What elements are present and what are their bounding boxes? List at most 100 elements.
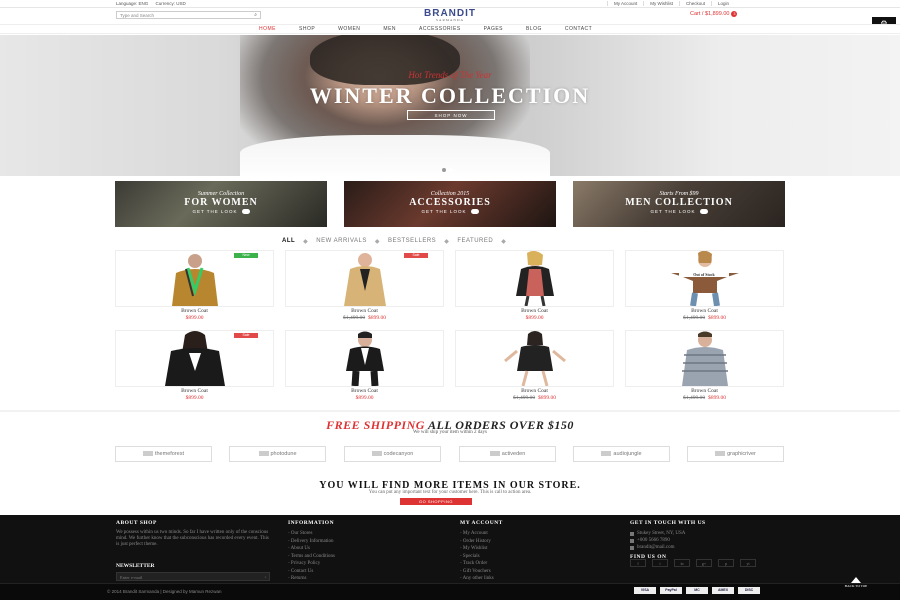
nav-contact[interactable]: CONTACT <box>565 26 592 32</box>
brand-icon <box>142 451 153 457</box>
product-card[interactable]: Brown Coat $899.00 <box>285 330 444 405</box>
footer-link[interactable]: Terms and Conditions <box>288 553 335 561</box>
product-name[interactable]: Brown Coat <box>625 388 784 394</box>
currency-selector[interactable]: Currency: USD <box>156 1 186 6</box>
product-name[interactable]: Brown Coat <box>115 388 274 394</box>
slider-dot-active[interactable] <box>449 168 453 172</box>
nav-home[interactable]: HOME <box>259 26 276 32</box>
twitter-icon[interactable]: t <box>652 559 668 567</box>
banner-link[interactable]: GET THE LOOK <box>115 209 327 215</box>
footer-link[interactable]: Returns <box>288 575 335 583</box>
submit-arrow-icon[interactable]: › <box>265 574 267 579</box>
nav-men[interactable]: MEN <box>383 26 396 32</box>
product-card[interactable]: Brown Coat $899.00 <box>455 250 614 325</box>
footer-link[interactable]: Delivery Information <box>288 538 335 546</box>
google-plus-icon[interactable]: g+ <box>696 559 712 567</box>
location-icon <box>630 531 634 536</box>
footer-link[interactable]: My Wishlist <box>460 545 503 553</box>
product-name[interactable]: Brown Coat <box>455 388 614 394</box>
tab-new-arrivals[interactable]: NEW ARRIVALS <box>316 238 367 245</box>
youtube-icon[interactable]: yt <box>740 559 756 567</box>
banner-title: FOR WOMEN <box>184 197 258 208</box>
brand-name: activeden <box>501 451 526 457</box>
product-card[interactable]: Brown Coat $1,499.00 $899.00 <box>625 330 784 405</box>
slider-dot[interactable] <box>442 168 446 172</box>
nav-blog[interactable]: BLOG <box>526 26 542 32</box>
product-image[interactable] <box>285 330 444 387</box>
product-card[interactable]: Sale Brown Coat $1,499.00 $899.00 <box>285 250 444 325</box>
linkedin-icon[interactable]: in <box>674 559 690 567</box>
product-image[interactable] <box>625 250 784 307</box>
brand-logo[interactable]: codecanyon <box>344 446 441 462</box>
banner-accessories[interactable]: Collection 2015 ACCESSORIES GET THE LOOK <box>344 181 556 227</box>
product-name[interactable]: Brown Coat <box>455 308 614 314</box>
promo-banners: Summer Collection FOR WOMEN GET THE LOOK… <box>115 181 785 227</box>
brand-logo[interactable]: activeden <box>459 446 556 462</box>
footer-link[interactable]: About Us <box>288 545 335 553</box>
banner-link[interactable]: GET THE LOOK <box>573 209 785 215</box>
product-card[interactable]: Brown Coat $1,499.00 $899.00 <box>455 330 614 405</box>
brand-logo[interactable]: themeforest <box>115 446 212 462</box>
top-bar: Language: ENG Currency: USD My Account M… <box>0 0 900 8</box>
newsletter-email-input[interactable]: Enter e-mail › <box>116 572 270 581</box>
nav-accessories[interactable]: ACCESSORIES <box>419 26 461 32</box>
brand-logo[interactable]: audiojungle <box>573 446 670 462</box>
product-price: $899.00 <box>285 395 444 401</box>
language-selector[interactable]: Language: ENG <box>116 1 148 6</box>
login-link[interactable]: Login <box>711 1 735 6</box>
banner-women[interactable]: Summer Collection FOR WOMEN GET THE LOOK <box>115 181 327 227</box>
hero-subtitle: Hot Trends of The Year <box>408 70 492 80</box>
tab-all[interactable]: ALL <box>282 238 295 245</box>
footer-link[interactable]: Order History <box>460 538 503 546</box>
cart-link[interactable]: Cart / $1,899.00 3 <box>690 11 738 17</box>
site-logo[interactable]: BRANDIT SARMANDA <box>415 9 485 23</box>
product-image[interactable] <box>285 250 444 307</box>
product-card[interactable]: Out of Stock Brown Coat $1,499.00 $899.00 <box>625 250 784 325</box>
nav-pages[interactable]: PAGES <box>484 26 503 32</box>
product-name[interactable]: Brown Coat <box>115 308 274 314</box>
product-card[interactable]: Sale Brown Coat $899.00 <box>115 330 274 405</box>
product-name[interactable]: Brown Coat <box>625 308 784 314</box>
my-account-link[interactable]: My Account <box>607 1 643 6</box>
banner-men[interactable]: Starts From $99 MEN COLLECTION GET THE L… <box>573 181 785 227</box>
search-input[interactable]: Type and Search ⌕ <box>116 11 261 19</box>
footer-link[interactable]: Our Stores <box>288 530 335 538</box>
nav-women[interactable]: WOMEN <box>338 26 360 32</box>
footer-link[interactable]: Track Order <box>460 560 503 568</box>
brand-logo[interactable]: photodune <box>229 446 326 462</box>
product-image[interactable] <box>455 330 614 387</box>
product-image[interactable] <box>115 250 274 307</box>
pinterest-icon[interactable]: p <box>718 559 734 567</box>
footer-link[interactable]: Privacy Policy <box>288 560 335 568</box>
shop-now-button[interactable]: SHOP NOW <box>407 110 495 120</box>
footer-link[interactable]: My Account <box>460 530 503 538</box>
contact-email[interactable]: brandit@mail.com <box>630 544 706 551</box>
search-icon[interactable]: ⌕ <box>254 12 257 18</box>
back-to-top-button[interactable]: BACK TO TOP <box>834 577 878 588</box>
banner-title: MEN COLLECTION <box>625 197 733 208</box>
product-price: $1,499.00 $899.00 <box>285 315 444 321</box>
tab-bestsellers[interactable]: BESTSELLERS <box>388 238 436 245</box>
product-name[interactable]: Brown Coat <box>285 308 444 314</box>
my-wishlist-link[interactable]: My Wishlist <box>643 1 679 6</box>
footer-link[interactable]: Any other links <box>460 575 503 583</box>
account-links: My Account My Wishlist Checkout Login <box>607 1 735 6</box>
product-price-old: $1,499.00 <box>683 395 706 401</box>
banner-link[interactable]: GET THE LOOK <box>344 209 556 215</box>
footer-link[interactable]: Contact Us <box>288 568 335 576</box>
nav-shop[interactable]: SHOP <box>299 26 315 32</box>
footer-link[interactable]: Specials <box>460 553 503 561</box>
product-card[interactable]: New Brown Coat $899.00 <box>115 250 274 325</box>
checkout-link[interactable]: Checkout <box>679 1 711 6</box>
go-shopping-button[interactable]: GO SHOPPING <box>400 498 472 505</box>
product-name[interactable]: Brown Coat <box>285 388 444 394</box>
sale-badge: Sale <box>234 333 258 338</box>
footer-link[interactable]: Gift Vouchers <box>460 568 503 576</box>
product-image[interactable] <box>115 330 274 387</box>
footer-about-text: We possess within us two minds. So far I… <box>116 530 269 547</box>
tab-featured[interactable]: FEATURED <box>457 238 493 245</box>
facebook-icon[interactable]: f <box>630 559 646 567</box>
brand-logo[interactable]: graphicriver <box>687 446 784 462</box>
product-image[interactable] <box>625 330 784 387</box>
product-image[interactable] <box>455 250 614 307</box>
